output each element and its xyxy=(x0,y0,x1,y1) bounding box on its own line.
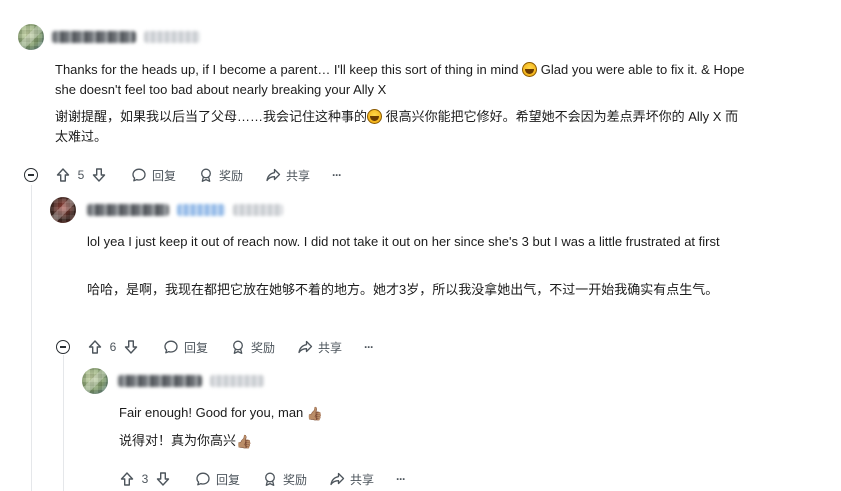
reply-label: 回复 xyxy=(152,168,177,183)
award-label: 奖励 xyxy=(251,340,276,355)
share-button[interactable]: 共享 xyxy=(265,167,310,184)
avatar[interactable] xyxy=(82,368,108,394)
more-options-button[interactable]: ··· xyxy=(332,168,342,182)
arrow-up-icon xyxy=(88,340,102,354)
more-options-button[interactable]: ··· xyxy=(364,340,374,354)
comment-meta xyxy=(87,202,283,218)
comment-body-zh: 说得对！真为你高兴👍🏽 xyxy=(119,433,253,449)
comment-body-en: lol yea I just keep it out of reach now.… xyxy=(87,234,720,249)
award-ribbon-icon xyxy=(233,340,243,354)
arrow-up-icon xyxy=(56,168,70,182)
reply-button[interactable]: 回复 xyxy=(195,471,240,488)
downvote-button[interactable] xyxy=(91,167,107,183)
share-arrow-icon xyxy=(330,472,345,486)
vote-group: 3 xyxy=(119,471,171,487)
username-redacted[interactable] xyxy=(118,375,202,387)
upvote-button[interactable] xyxy=(119,471,135,487)
award-button[interactable]: 奖励 xyxy=(198,167,243,184)
thread-line xyxy=(63,355,64,491)
arrow-down-icon xyxy=(92,168,106,182)
avatar[interactable] xyxy=(18,24,44,50)
comment-actions: 6 回复 奖励 共享 ··· xyxy=(87,335,374,359)
thread-line xyxy=(31,185,32,491)
speech-bubble-icon xyxy=(196,472,210,486)
vote-count: 3 xyxy=(141,472,149,486)
comment-actions: 3 回复 奖励 共享 ··· xyxy=(119,467,406,491)
timestamp-redacted xyxy=(233,204,283,216)
vote-group: 6 xyxy=(87,339,139,355)
comment-meta xyxy=(118,373,264,389)
avatar[interactable] xyxy=(50,197,76,223)
downvote-button[interactable] xyxy=(155,471,171,487)
more-label: ··· xyxy=(364,340,374,354)
upvote-button[interactable] xyxy=(87,339,103,355)
arrow-down-icon xyxy=(124,340,138,354)
award-label: 奖励 xyxy=(219,168,244,183)
more-label: ··· xyxy=(332,168,342,182)
speech-bubble-icon xyxy=(132,168,146,182)
grinning-squinting-emoji-icon xyxy=(522,62,538,77)
thumbs-up-emoji-icon: 👍🏽 xyxy=(236,434,253,449)
flair-redacted xyxy=(177,204,225,216)
award-ribbon-icon xyxy=(201,168,211,182)
comment-body-en: Thanks for the heads up, if I become a p… xyxy=(55,62,745,97)
grinning-squinting-emoji-icon xyxy=(367,109,383,124)
share-arrow-icon xyxy=(266,168,281,182)
award-button[interactable]: 奖励 xyxy=(262,471,307,488)
comment-actions: 5 回复 奖励 共享 ··· xyxy=(55,163,342,187)
username-redacted[interactable] xyxy=(87,204,169,216)
award-button[interactable]: 奖励 xyxy=(230,339,275,356)
award-label: 奖励 xyxy=(283,472,308,487)
award-ribbon-icon xyxy=(265,472,275,486)
speech-bubble-icon xyxy=(164,340,178,354)
username-redacted[interactable] xyxy=(52,31,136,43)
comment-body-zh: 谢谢提醒，如果我以后当了父母……我会记住这种事的 很高兴你能把它修好。希望她不会… xyxy=(55,109,739,144)
thumbs-up-emoji-icon: 👍🏽 xyxy=(306,406,324,421)
vote-count: 5 xyxy=(77,168,85,182)
arrow-down-icon xyxy=(156,472,170,486)
more-options-button[interactable]: ··· xyxy=(396,472,406,486)
vote-group: 5 xyxy=(55,167,107,183)
upvote-button[interactable] xyxy=(55,167,71,183)
comment-meta xyxy=(52,29,200,45)
arrow-up-icon xyxy=(120,472,134,486)
vote-count: 6 xyxy=(109,340,117,354)
timestamp-redacted xyxy=(144,31,200,43)
share-button[interactable]: 共享 xyxy=(297,339,342,356)
reply-button[interactable]: 回复 xyxy=(131,167,176,184)
collapse-thread-button[interactable] xyxy=(56,340,70,354)
collapse-thread-button[interactable] xyxy=(24,168,38,182)
share-label: 共享 xyxy=(318,340,343,355)
downvote-button[interactable] xyxy=(123,339,139,355)
timestamp-redacted xyxy=(210,375,264,387)
share-label: 共享 xyxy=(350,472,375,487)
comment-body-en: Fair enough! Good for you, man 👍🏽 xyxy=(119,405,324,421)
share-label: 共享 xyxy=(286,168,311,183)
reply-button[interactable]: 回复 xyxy=(163,339,208,356)
reply-label: 回复 xyxy=(184,340,209,355)
comment-body-zh: 哈哈，是啊，我现在都把它放在她够不着的地方。她才3岁，所以我没拿她出气，不过一开… xyxy=(87,282,719,297)
share-arrow-icon xyxy=(298,340,313,354)
more-label: ··· xyxy=(396,472,406,486)
share-button[interactable]: 共享 xyxy=(329,471,374,488)
reply-label: 回复 xyxy=(216,472,241,487)
